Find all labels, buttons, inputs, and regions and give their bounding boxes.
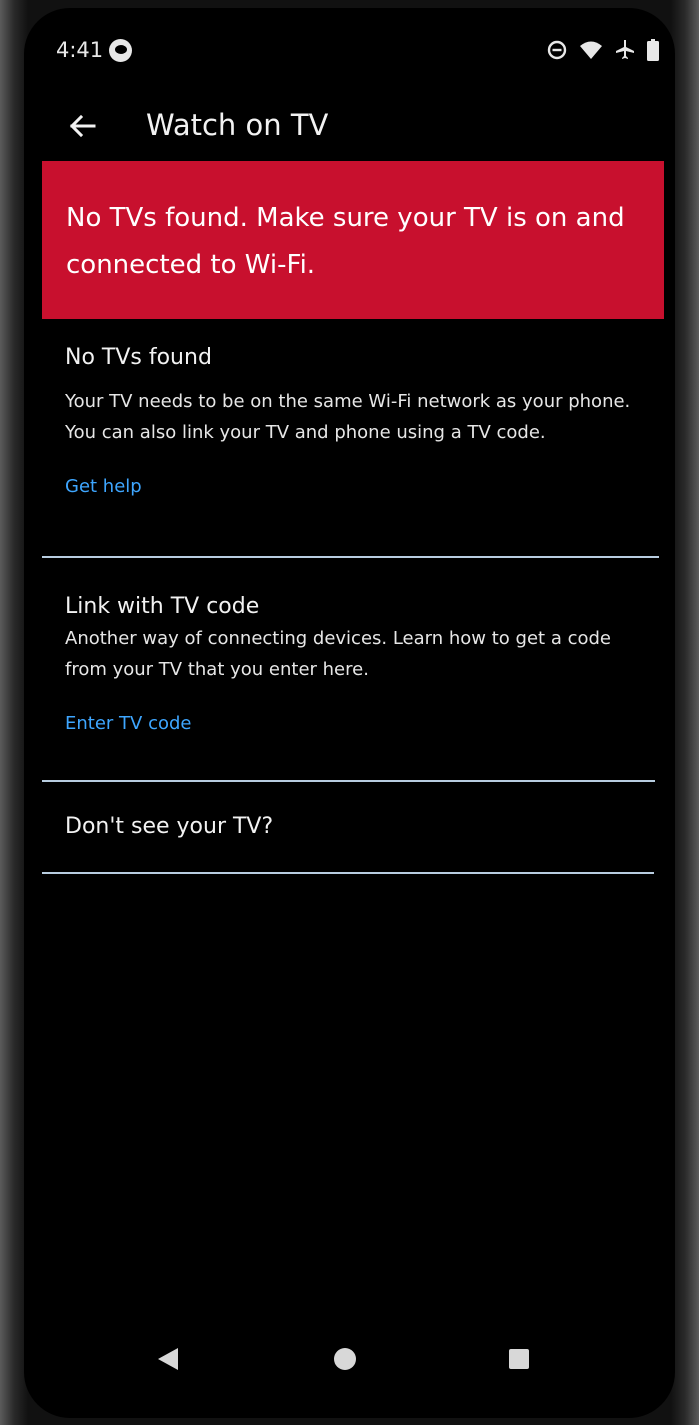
no-tvs-section: No TVs found Your TV needs to be on the … [65,345,645,497]
get-help-link[interactable]: Get help [65,476,645,497]
status-icons [547,38,659,62]
page-title: Watch on TV [146,108,329,142]
nav-back-icon[interactable] [158,1348,178,1370]
do-not-disturb-icon [547,40,567,60]
enter-tv-code-link[interactable]: Enter TV code [65,713,645,734]
error-banner: No TVs found. Make sure your TV is on an… [42,161,664,319]
divider [42,556,659,558]
back-button[interactable] [62,106,102,146]
tv-code-section: Link with TV code Another way of connect… [65,594,645,734]
battery-icon [647,39,659,61]
tv-code-title: Link with TV code [65,594,260,619]
tv-code-description: Another way of connecting devices. Learn… [65,628,611,680]
app-notification-icon [109,39,132,62]
app-header: Watch on TV [24,100,675,160]
dont-see-tv-row[interactable]: Don't see your TV? [65,814,645,839]
no-tvs-title: No TVs found [65,345,212,370]
wifi-icon [580,41,602,59]
system-nav-bar [24,1328,675,1388]
airplane-mode-icon [616,40,634,59]
nav-home-icon[interactable] [334,1348,356,1370]
dont-see-tv-title: Don't see your TV? [65,814,274,839]
error-message: No TVs found. Make sure your TV is on an… [66,203,625,280]
arrow-left-icon [69,114,96,138]
nav-recents-icon[interactable] [509,1349,529,1369]
no-tvs-description: Your TV needs to be on the same Wi-Fi ne… [65,391,631,443]
status-time: 4:41 [56,38,104,62]
phone-screen: 4:41 Watch on TV No TVs found. Make sure… [24,8,675,1418]
divider [42,872,654,874]
status-bar: 4:41 [24,8,675,93]
divider [42,780,655,782]
